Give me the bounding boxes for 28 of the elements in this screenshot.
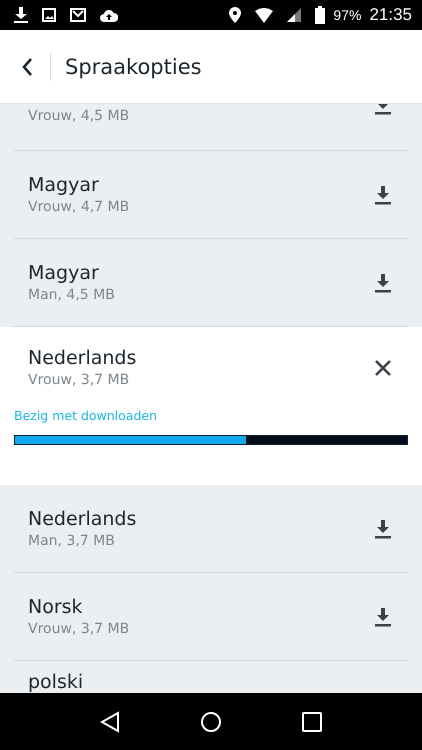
signal-icon	[287, 8, 302, 22]
battery-percent: 97%	[333, 7, 362, 23]
voice-details: Man, 3,7 MB	[28, 533, 116, 549]
clock: 21:35	[369, 5, 412, 25]
voice-details: Man, 4,5 MB	[28, 287, 115, 303]
download-status: Bezig met downloaden	[14, 408, 158, 423]
download-icon	[14, 7, 28, 23]
page-title: Spraakopties	[65, 54, 202, 78]
wifi-icon	[255, 8, 274, 22]
location-icon	[229, 7, 242, 23]
language-name: Nederlands	[28, 508, 136, 530]
voice-details: Vrouw, 3,7 MB	[28, 372, 130, 388]
download-icon	[374, 272, 392, 292]
language-name: Magyar	[28, 262, 100, 284]
download-icon	[374, 184, 392, 204]
download-icon	[374, 606, 392, 626]
voice-details: Vrouw, 4,7 MB	[28, 199, 130, 215]
download-icon	[374, 518, 392, 538]
battery-icon	[315, 6, 326, 24]
language-name: Nederlands	[28, 347, 136, 369]
cloud-upload-icon	[100, 8, 118, 22]
voice-details: Vrouw, 4,5 MB	[28, 108, 130, 124]
language-name: Magyar	[28, 174, 100, 196]
image-icon	[42, 8, 56, 22]
mail-icon	[70, 8, 86, 22]
language-name: Norsk	[28, 596, 84, 618]
voice-details: Vrouw, 3,7 MB	[28, 621, 130, 637]
language-name: polski	[28, 671, 84, 693]
